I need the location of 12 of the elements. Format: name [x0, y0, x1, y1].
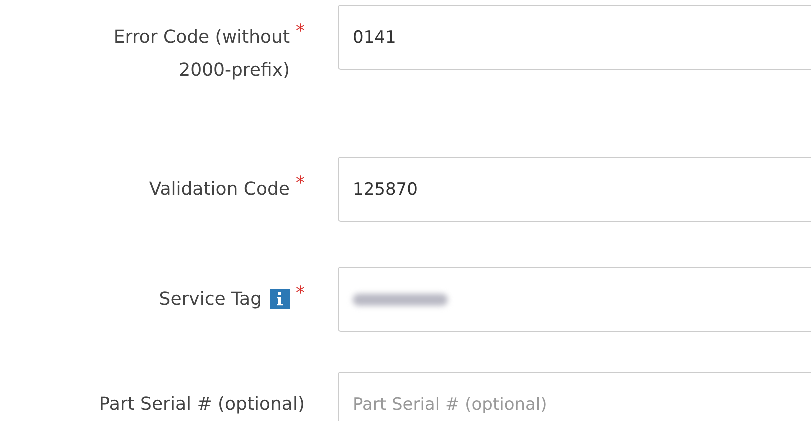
info-icon[interactable]	[270, 289, 290, 309]
input-field[interactable]	[338, 267, 811, 332]
field-label: Part Serial # (optional)	[99, 393, 305, 417]
input-field[interactable]: Part Serial # (optional)	[338, 372, 811, 421]
input-field[interactable]: 0141	[338, 5, 811, 70]
required-mark: *	[296, 283, 305, 305]
required-mark: *	[296, 173, 305, 195]
field-label: Error Code (without 2000-prefix)	[112, 26, 290, 83]
field-label: Service Tag	[159, 288, 262, 312]
required-mark: *	[296, 21, 305, 43]
field-label: Validation Code	[149, 178, 290, 202]
input-field[interactable]: 125870	[338, 157, 811, 222]
